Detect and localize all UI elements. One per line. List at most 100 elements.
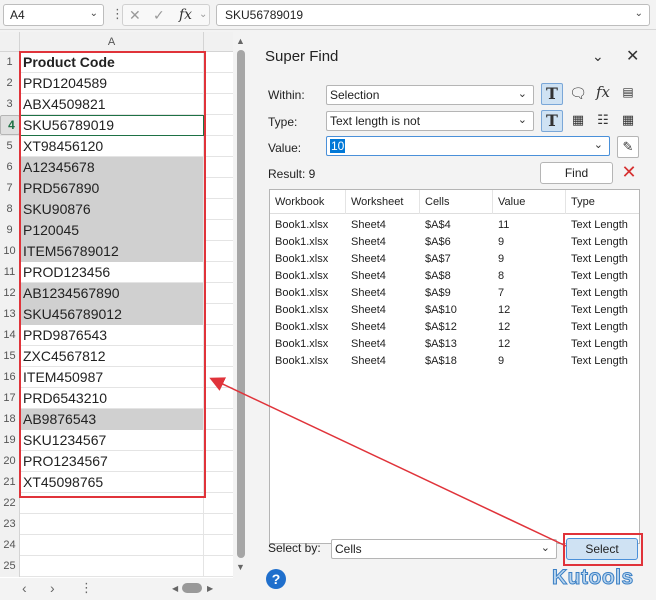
cell-b[interactable] xyxy=(205,241,233,262)
results-column-header[interactable]: Cells xyxy=(425,196,449,208)
formula-icon[interactable]: fx xyxy=(592,83,614,105)
calendar-icon[interactable]: ☷ xyxy=(592,110,614,132)
result-row[interactable]: Book1.xlsx Sheet4 $A$18 9 Text Length xyxy=(270,353,639,370)
row-number[interactable]: 19 xyxy=(0,430,20,451)
more-sheets-icon[interactable]: ⋮ xyxy=(80,580,93,596)
cell-a[interactable] xyxy=(20,556,204,577)
row-number[interactable]: 10 xyxy=(0,241,20,262)
cell-b[interactable] xyxy=(205,367,233,388)
row-number[interactable]: 13 xyxy=(0,304,20,325)
chevron-down-icon[interactable]: ⌄ xyxy=(90,8,98,19)
cell-b[interactable] xyxy=(205,52,233,73)
result-row[interactable]: Book1.xlsx Sheet4 $A$8 8 Text Length xyxy=(270,268,639,285)
cell-a[interactable]: PRD6543210 xyxy=(20,388,204,409)
row-number[interactable]: 7 xyxy=(0,178,20,199)
result-row[interactable]: Book1.xlsx Sheet4 $A$9 7 Text Length xyxy=(270,285,639,302)
chevron-down-icon[interactable]: ⌄ xyxy=(592,48,604,65)
row-number[interactable]: 5 xyxy=(0,136,20,157)
cell-a[interactable]: AB1234567890 xyxy=(20,283,204,304)
cell-b[interactable] xyxy=(205,136,233,157)
scroll-down-icon[interactable]: ▼ xyxy=(236,562,245,572)
cell-b[interactable] xyxy=(205,472,233,493)
vertical-scrollbar[interactable]: ▲ ▼ xyxy=(234,36,248,576)
cell-b[interactable] xyxy=(205,178,233,199)
cell-a[interactable] xyxy=(20,493,204,514)
row-number[interactable]: 2 xyxy=(0,73,20,94)
cell-b[interactable] xyxy=(205,199,233,220)
row-number[interactable]: 8 xyxy=(0,199,20,220)
row-number[interactable]: 11 xyxy=(0,262,20,283)
column-header-a[interactable]: A xyxy=(20,32,204,52)
next-sheet-icon[interactable]: › xyxy=(50,580,55,596)
type-select[interactable]: Text length is not ⌄ xyxy=(326,111,534,131)
cell-b[interactable] xyxy=(205,94,233,115)
row-number[interactable]: 25 xyxy=(0,556,20,577)
cell-b[interactable] xyxy=(205,409,233,430)
cell-a[interactable]: PROD123456 xyxy=(20,262,204,283)
cell-a[interactable]: ABX4509821 xyxy=(20,94,204,115)
row-number[interactable]: 23 xyxy=(0,514,20,535)
comment-icon[interactable]: 🗨 xyxy=(567,83,589,105)
within-select[interactable]: Selection ⌄ xyxy=(326,85,534,105)
result-row[interactable]: Book1.xlsx Sheet4 $A$10 12 Text Length xyxy=(270,302,639,319)
row-number[interactable]: 9 xyxy=(0,220,20,241)
cell-b[interactable] xyxy=(205,430,233,451)
formula-input[interactable]: SKU56789019 ⌄ xyxy=(216,4,650,26)
cell-b[interactable] xyxy=(205,493,233,514)
cell-a[interactable] xyxy=(20,535,204,556)
enter-icon[interactable]: ✓ xyxy=(153,7,165,24)
row-number[interactable]: 18 xyxy=(0,409,20,430)
cell-a[interactable]: PRD9876543 xyxy=(20,325,204,346)
cell-a[interactable]: XT98456120 xyxy=(20,136,204,157)
cell-b[interactable] xyxy=(205,556,233,577)
cell-a[interactable]: SKU456789012 xyxy=(20,304,204,325)
select-all-corner[interactable] xyxy=(0,32,20,52)
horizontal-scrollbar-thumb[interactable] xyxy=(182,583,202,593)
cell-a[interactable]: SKU1234567 xyxy=(20,430,204,451)
row-number[interactable]: 4 xyxy=(0,115,20,135)
row-number[interactable]: 14 xyxy=(0,325,20,346)
cell-b[interactable] xyxy=(205,220,233,241)
chevron-down-icon[interactable]: ⌄ xyxy=(199,9,207,20)
row-number[interactable]: 1 xyxy=(0,52,20,73)
hyperlink-icon[interactable]: ▤ xyxy=(617,83,639,105)
text-filter-icon[interactable]: T xyxy=(541,110,563,132)
row-number[interactable]: 6 xyxy=(0,157,20,178)
insert-function-icon[interactable]: fx xyxy=(179,7,192,23)
clear-results-icon[interactable]: ✕ xyxy=(618,162,640,184)
cell-a[interactable]: ITEM56789012 xyxy=(20,241,204,262)
name-box[interactable]: A4 ⌄ xyxy=(3,4,104,26)
results-column-header[interactable]: Value xyxy=(498,196,525,208)
scrollbar-thumb[interactable] xyxy=(237,50,245,558)
cell-a[interactable]: ZXC4567812 xyxy=(20,346,204,367)
cell-b[interactable] xyxy=(205,283,233,304)
chevron-down-icon[interactable]: ⌄ xyxy=(635,8,643,19)
cell-b[interactable] xyxy=(205,535,233,556)
prev-sheet-icon[interactable]: ‹ xyxy=(22,580,27,596)
cell-b[interactable] xyxy=(205,451,233,472)
select-button[interactable]: Select xyxy=(566,538,638,560)
cell-a[interactable]: A12345678 xyxy=(20,157,204,178)
close-icon[interactable]: ✕ xyxy=(626,46,639,66)
help-icon[interactable]: ? xyxy=(266,569,286,589)
row-number[interactable]: 21 xyxy=(0,472,20,493)
cell-b[interactable] xyxy=(205,388,233,409)
column-divider[interactable] xyxy=(419,190,420,214)
cell-a[interactable]: AB9876543 xyxy=(20,409,204,430)
cell-a[interactable]: ITEM450987 xyxy=(20,367,204,388)
scroll-left-icon[interactable]: ◀ xyxy=(172,584,178,593)
scroll-up-icon[interactable]: ▲ xyxy=(236,36,245,46)
table-icon[interactable]: ▦ xyxy=(617,110,639,132)
value-input[interactable]: 10 ⌄ xyxy=(326,136,610,156)
column-divider[interactable] xyxy=(492,190,493,214)
cell-b[interactable] xyxy=(205,115,233,136)
cell-b[interactable] xyxy=(205,73,233,94)
row-number[interactable]: 15 xyxy=(0,346,20,367)
cell-a[interactable]: SKU90876 xyxy=(20,199,204,220)
text-type-icon[interactable]: T xyxy=(541,83,563,105)
results-column-header[interactable]: Type xyxy=(571,196,595,208)
calculator-icon[interactable]: ▦ xyxy=(567,110,589,132)
cancel-icon[interactable]: ✕ xyxy=(129,7,141,24)
cell-b[interactable] xyxy=(205,262,233,283)
cell-b[interactable] xyxy=(205,304,233,325)
